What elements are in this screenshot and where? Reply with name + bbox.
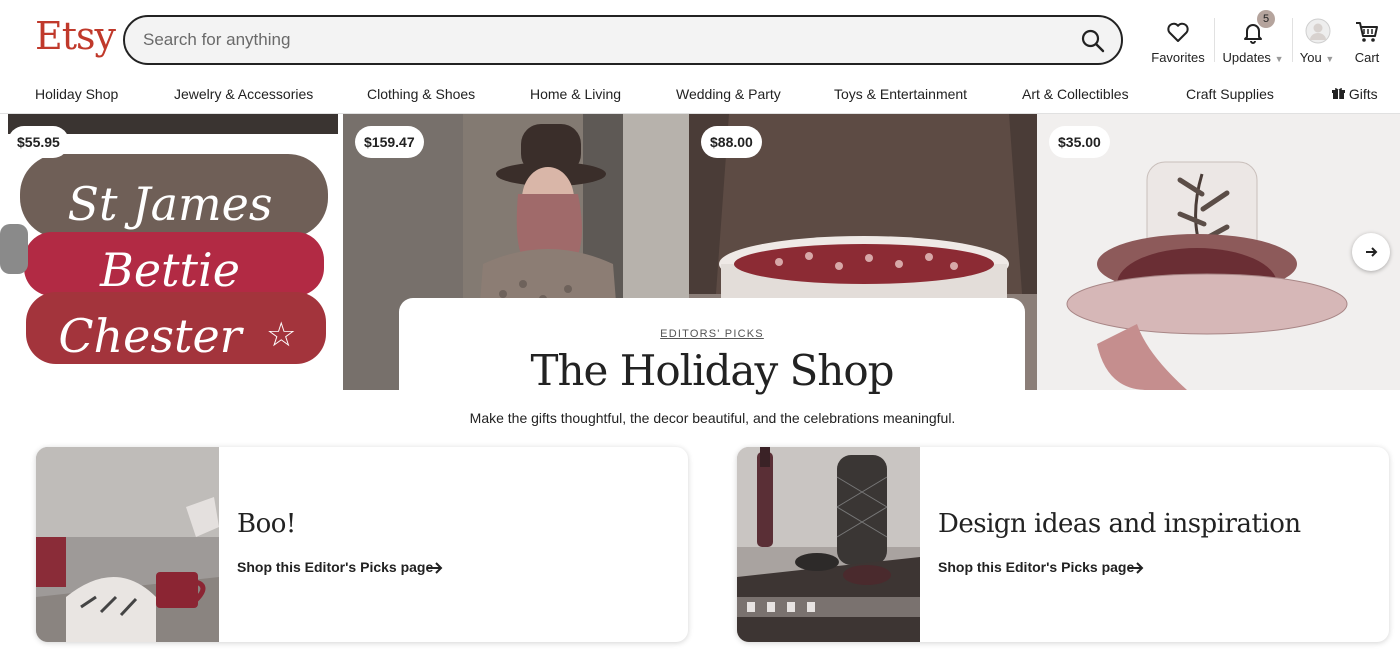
cart-icon <box>1356 22 1378 42</box>
account-button[interactable]: You ▼ <box>1296 18 1338 68</box>
search-input[interactable] <box>143 28 1043 52</box>
collar-name-3: Chester <box>58 309 244 363</box>
pick-link[interactable]: Shop this Editor's Picks page <box>237 559 433 575</box>
hero-item-ceramic-set[interactable]: $35.00 <box>1037 114 1400 390</box>
category-home-living[interactable]: Home & Living <box>530 86 621 102</box>
pick-title: Design ideas and inspiration <box>938 509 1301 539</box>
price-tag: $159.47 <box>355 126 424 158</box>
chevron-down-icon: ▼ <box>1274 54 1284 64</box>
category-jewelry-accessories[interactable]: Jewelry & Accessories <box>174 86 313 102</box>
hero-item-dog-collars[interactable]: St James Bettie Chester ☆ $55.95 <box>0 114 343 390</box>
pick-link[interactable]: Shop this Editor's Picks page <box>938 559 1134 575</box>
gifts-label: Gifts <box>1348 86 1378 102</box>
category-gifts[interactable]: Gifts <box>1332 86 1378 102</box>
boo-thumbnail-image <box>36 447 219 642</box>
arrow-right-icon[interactable] <box>427 561 443 575</box>
you-label: You ▼ <box>1299 50 1335 65</box>
design-ideas-thumbnail-image <box>737 447 920 642</box>
header-divider <box>1292 18 1293 62</box>
search-bar <box>123 15 1123 65</box>
editors-pick-card-boo[interactable]: Boo! Shop this Editor's Picks page <box>36 447 688 642</box>
page-title: The Holiday Shop <box>530 346 894 395</box>
svg-text:☆: ☆ <box>266 315 296 355</box>
category-wedding-party[interactable]: Wedding & Party <box>676 86 781 102</box>
header-divider <box>1214 18 1215 62</box>
gift-icon <box>1332 88 1345 99</box>
cart-label: Cart <box>1354 50 1380 65</box>
price-tag: $35.00 <box>1049 126 1110 158</box>
chevron-down-icon: ▼ <box>1325 54 1335 64</box>
category-toys-entertainment[interactable]: Toys & Entertainment <box>834 86 967 102</box>
collar-name-2: Bettie <box>99 243 240 297</box>
holiday-shop-subtitle: Make the gifts thoughtful, the decor bea… <box>469 410 956 426</box>
collar-name-1: St James <box>68 177 273 231</box>
category-craft-supplies[interactable]: Craft Supplies <box>1186 86 1274 102</box>
updates-button[interactable]: 5 Updates ▼ <box>1220 10 1286 68</box>
arrow-right-icon[interactable] <box>1128 561 1144 575</box>
updates-label: Updates ▼ <box>1222 50 1284 65</box>
site-header: Etsy Favorites 5 Updates ▼ <box>0 0 1400 82</box>
search-button[interactable] <box>1079 27 1107 55</box>
etsy-logo[interactable]: Etsy <box>35 14 116 58</box>
category-clothing-shoes[interactable]: Clothing & Shoes <box>367 86 475 102</box>
editors-pick-card-design-ideas[interactable]: Design ideas and inspiration Shop this E… <box>737 447 1389 642</box>
favorites-button[interactable]: Favorites <box>1150 18 1206 68</box>
category-holiday-shop[interactable]: Holiday Shop <box>35 86 118 102</box>
holiday-shop-card: EDITORS' PICKS The Holiday Shop <box>399 298 1025 395</box>
arrow-right-icon <box>1366 247 1378 257</box>
category-nav: Holiday Shop Jewelry & Accessories Cloth… <box>0 82 1400 114</box>
cart-button[interactable]: Cart <box>1348 18 1386 68</box>
category-art-collectibles[interactable]: Art & Collectibles <box>1022 86 1129 102</box>
price-tag: $55.95 <box>8 126 69 158</box>
editors-picks-eyebrow[interactable]: EDITORS' PICKS <box>399 328 1025 340</box>
favorites-label: Favorites <box>1151 50 1205 65</box>
updates-badge: 5 <box>1257 10 1275 28</box>
heart-icon <box>1167 22 1189 42</box>
search-icon <box>1081 29 1105 53</box>
pick-title: Boo! <box>237 509 296 539</box>
carousel-next-button[interactable] <box>1352 233 1390 271</box>
price-tag: $88.00 <box>701 126 762 158</box>
avatar <box>1305 18 1331 44</box>
